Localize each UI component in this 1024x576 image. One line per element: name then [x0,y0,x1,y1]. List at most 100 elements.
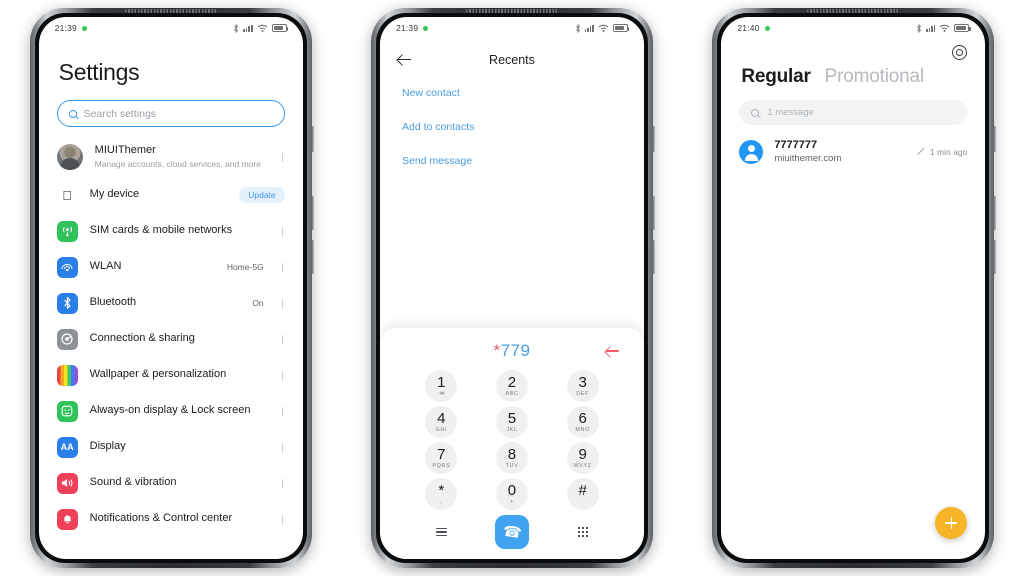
side-button-volume-up[interactable] [310,196,314,230]
contact-avatar-icon [739,139,764,164]
my-device-text: My device [90,188,228,202]
gear-icon[interactable] [952,45,968,60]
bluetooth-icon [917,23,921,33]
compose-message-fab[interactable] [935,507,968,539]
apple-icon:  [56,184,78,206]
side-button-volume-down[interactable] [310,240,314,274]
messages-toolbar [721,39,985,60]
message-preview: miuithemer.com [774,153,842,164]
chevron-right-icon [280,227,285,236]
messages-tabs: Regular Promotional [721,60,985,88]
list-item-label: My device [89,188,140,201]
add-to-contacts-link[interactable]: Add to contacts [402,121,622,133]
call-button[interactable]: ☎ [477,515,548,549]
side-button-volume-down[interactable] [993,240,997,274]
notifications-icon [56,508,78,530]
notifications-text: Notifications & Control center [90,512,268,526]
chevron-right-icon [280,479,285,488]
status-bar: 21:39 [39,17,303,39]
list-item-label: Sound & vibration [89,476,177,489]
chevron-right-icon [280,299,285,308]
pencil-icon [918,148,926,156]
page-title: Settings [58,59,140,85]
backspace-icon[interactable] [605,345,620,357]
dialpad-key-2[interactable]: 2 ABC [477,370,548,402]
dialpad-key-6[interactable]: 6 MNO [547,406,618,438]
phone-device-messages: 21:40 Regular Promotional 1 message 7777… [712,8,997,568]
sidebar-item-wallpaper[interactable]: Wallpaper & personalization [39,357,303,393]
sidebar-item-display[interactable]: AA Display [39,429,303,465]
chevron-right-icon [280,371,285,380]
account-name: MIUIThemer [94,144,156,157]
sidebar-item-my-device[interactable]:  My device Update [39,177,303,213]
list-item-account[interactable]: MIUIThemer Manage accounts, cloud servic… [39,137,303,177]
dialed-prefix: * [493,341,501,360]
list-item-value: On [252,298,264,308]
avatar [56,144,83,170]
sidebar-item-wlan[interactable]: WLAN Home-5G [39,249,303,285]
search-settings-input[interactable]: Search settings [56,100,285,127]
message-time: 1 min ago [929,146,968,157]
side-button-volume-up[interactable] [651,196,655,230]
dialpad-key-4[interactable]: 4 GHI [406,406,477,438]
sidebar-item-notifications[interactable]: Notifications & Control center [39,501,303,537]
search-placeholder: 1 message [767,107,814,118]
dialpad-key-5[interactable]: 5 JKL [477,406,548,438]
speaker-grille-icon [465,9,558,13]
side-button-volume-up[interactable] [993,196,997,230]
update-badge[interactable]: Update [239,187,285,203]
side-button-mute[interactable] [310,126,314,152]
dialpad-key-8[interactable]: 8 TUV [477,442,548,474]
battery-icon [954,24,971,32]
sound-text: Sound & vibration [90,476,268,490]
dialpad-key-hash[interactable]: # [547,478,618,510]
side-button-volume-down[interactable] [651,240,655,274]
sidebar-item-bluetooth[interactable]: Bluetooth On [39,285,303,321]
message-meta: 1 min ago [918,147,967,157]
side-button-mute[interactable] [651,126,655,152]
dialpad-key-9[interactable]: 9 WXYZ [547,442,618,474]
key-digit: 3 [578,374,587,391]
dialed-number-display[interactable]: *779 [380,336,644,366]
key-letters: , [440,499,443,505]
list-item-label: Always-on display & Lock screen [89,404,251,417]
status-time: 21:39 [395,23,419,33]
dialed-number: *779 [493,341,530,361]
dialpad-key-7[interactable]: 7 PQRS [406,442,477,474]
display-icon: AA [56,436,78,458]
battery-icon [271,24,289,32]
phone1-screen: 21:39 Settings Search settings MIUITheme… [38,17,303,559]
wifi-icon [939,24,950,32]
sidebar-item-sound-vibration[interactable]: Sound & vibration [39,465,303,501]
keypad-button[interactable] [547,527,618,537]
dialed-digits: 779 [500,341,531,360]
new-contact-link[interactable]: New contact [402,87,622,99]
send-message-link[interactable]: Send message [402,155,622,167]
key-digit: 1 [437,374,446,391]
side-button-mute[interactable] [993,126,997,152]
dialer-header: Recents [380,39,644,73]
tab-regular[interactable]: Regular [741,66,811,88]
sidebar-item-connection-sharing[interactable]: Connection & sharing [39,321,303,357]
tab-promotional[interactable]: Promotional [825,66,924,88]
key-digit: 0 [507,482,517,499]
key-digit: * [438,482,445,499]
key-digit: # [578,482,587,499]
dialpad-key-star[interactable]: * , [406,478,477,510]
list-item-message[interactable]: 7777777 miuithemer.com 1 min ago [721,125,985,164]
sidebar-item-always-on-display[interactable]: Always-on display & Lock screen [39,393,303,429]
back-arrow-icon[interactable] [397,53,412,67]
status-bar: 21:40 [721,17,985,39]
wallpaper-text: Wallpaper & personalization [90,368,268,382]
phone-bezel: 21:40 Regular Promotional 1 message 7777… [717,13,990,563]
signal-icon [584,24,594,32]
settings-list: MIUIThemer Manage accounts, cloud servic… [39,137,303,537]
key-digit: 5 [507,410,517,427]
sidebar-item-sim-cards[interactable]: SIM cards & mobile networks [39,213,303,249]
menu-button[interactable] [406,527,477,537]
dialpad-key-0[interactable]: 0 + [477,478,548,510]
dialpad-key-3[interactable]: 3 DEF [547,370,618,402]
search-icon [751,108,760,117]
search-messages-input[interactable]: 1 message [739,100,968,125]
dialpad-key-1[interactable]: 1 ∞ [406,370,477,402]
